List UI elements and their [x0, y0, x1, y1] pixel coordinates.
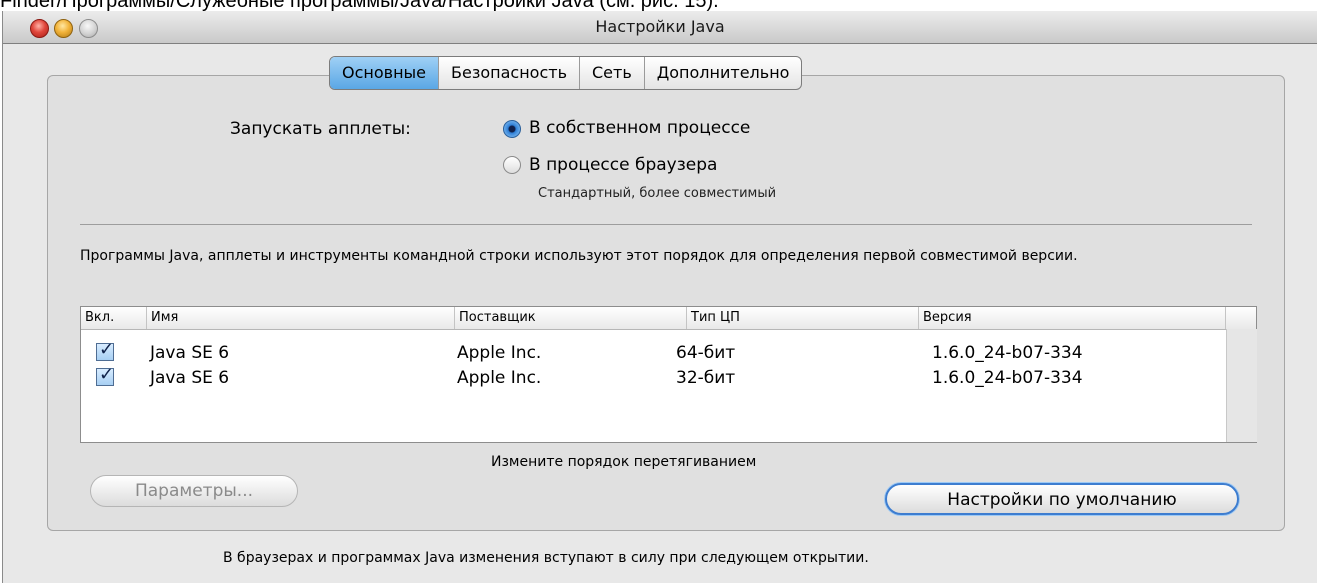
radio-own-process[interactable]	[503, 120, 521, 138]
tab-security[interactable]: Безопасность	[439, 57, 580, 89]
title-bar: Настройки Java	[3, 11, 1317, 44]
table-header: Вкл. Имя Поставщик Тип ЦП Версия	[81, 307, 1256, 330]
column-enabled[interactable]: Вкл.	[81, 307, 147, 329]
row-version: 1.6.0_24-b07-334	[932, 343, 1083, 363]
footer-note: В браузерах и программах Java изменения …	[223, 550, 869, 566]
java-versions-table: Вкл. Имя Поставщик Тип ЦП Версия ✓ Java …	[80, 306, 1257, 443]
tab-advanced[interactable]: Дополнительно	[645, 57, 802, 89]
enabled-checkbox[interactable]: ✓	[96, 364, 114, 386]
tab-network[interactable]: Сеть	[580, 57, 645, 89]
tab-bar: Основные Безопасность Сеть Дополнительно	[329, 56, 803, 90]
column-version[interactable]: Версия	[919, 307, 1226, 329]
row-version: 1.6.0_24-b07-334	[932, 368, 1083, 388]
enabled-checkbox[interactable]: ✓	[96, 339, 114, 361]
checkmark-icon: ✓	[99, 339, 115, 360]
table-scrollbar[interactable]	[1226, 329, 1257, 442]
radio-browser-process-label[interactable]: В процессе браузера	[529, 154, 717, 176]
divider	[80, 224, 1252, 225]
table-row[interactable]: ✓ Java SE 6 Apple Inc. 32-бит 1.6.0_24-b…	[81, 364, 1226, 390]
tab-general[interactable]: Основные	[330, 57, 440, 89]
column-cpu-type[interactable]: Тип ЦП	[687, 307, 919, 329]
row-cpu-type: 32-бит	[676, 368, 736, 388]
row-cpu-type: 64-бит	[676, 343, 736, 363]
browser-process-hint: Стандартный, более совместимый	[538, 186, 777, 201]
version-order-description: Программы Java, апплеты и инструменты ко…	[80, 248, 1078, 264]
window-title: Настройки Java	[595, 17, 725, 36]
column-name[interactable]: Имя	[147, 307, 455, 329]
row-name: Java SE 6	[150, 343, 230, 363]
row-name: Java SE 6	[150, 368, 230, 388]
radio-browser-process[interactable]	[503, 156, 521, 174]
checkmark-icon: ✓	[99, 364, 115, 385]
drag-reorder-hint: Измените порядок перетягиванием	[491, 454, 757, 470]
radio-own-process-label[interactable]: В собственном процессе	[529, 117, 750, 139]
options-button[interactable]: Параметры...	[90, 475, 298, 507]
column-vendor[interactable]: Поставщик	[455, 307, 687, 329]
table-row[interactable]: ✓ Java SE 6 Apple Inc. 64-бит 1.6.0_24-b…	[81, 339, 1226, 365]
launch-applets-label: Запускать апплеты:	[230, 119, 411, 139]
row-vendor: Apple Inc.	[457, 343, 542, 363]
row-vendor: Apple Inc.	[457, 368, 542, 388]
restore-defaults-button[interactable]: Настройки по умолчанию	[885, 483, 1239, 515]
